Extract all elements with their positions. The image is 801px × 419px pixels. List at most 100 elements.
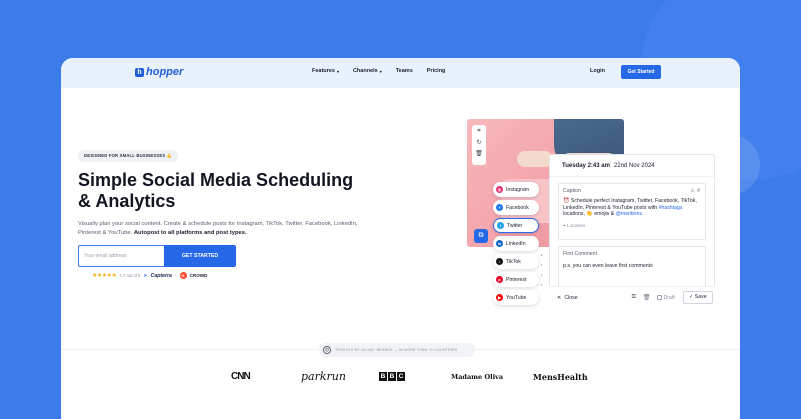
separator: · (174, 272, 177, 279)
top-navigation: h hopper Features ▾ Channels ▾ Teams Prici… (61, 58, 740, 88)
schedule-datetime[interactable]: Tuesday 2:43 am 22nd Nov 2024 (550, 155, 714, 177)
close-label: Close (564, 294, 578, 301)
trash-icon[interactable]: 🗑 (475, 150, 483, 157)
schedule-date: 22nd Nov 2024 (613, 162, 655, 169)
hero-subtext: Visually plan your social content. Creat… (78, 220, 378, 237)
nav-channels[interactable]: Channels ▾ (353, 68, 382, 74)
close-icon: ✕ (557, 294, 562, 301)
channel-linkedin[interactable]: in LinkedIn (493, 236, 539, 251)
save-button[interactable]: ✓ Save (682, 291, 713, 304)
image-edit-toolbar: ⌗ ↻ 🗑 (472, 125, 486, 165)
rating-text: 4.7 out of 5 (119, 273, 141, 278)
trusted-text: TRUSTED BY 15,000+ BRANDS — IN MORE THAN… (335, 348, 458, 352)
linkedin-icon: in (496, 240, 503, 247)
headline-line-1: Simple Social Media Scheduling (78, 170, 354, 190)
facebook-icon: f (496, 204, 503, 211)
caption-hashtags: #hashtags (658, 204, 683, 211)
action-icons: ⧉ 🗑 (632, 294, 651, 301)
draft-checkbox[interactable]: Draft (656, 294, 675, 301)
media-library-icon[interactable]: ⧉ (474, 229, 488, 243)
editor-action-bar: ✕ Close ⧉ 🗑 Draft ✓ Save (549, 286, 715, 308)
madame-oliva-logo: Madame Oliva (451, 372, 504, 381)
get-started-button[interactable]: Get Started (621, 65, 661, 79)
channel-tiktok[interactable]: ♪ TikTok (493, 254, 539, 269)
hero-subtext-bold: Autopost to all platforms and post types… (133, 229, 247, 236)
channel-instagram[interactable]: ◎ Instagram (493, 182, 539, 197)
hopper-logo[interactable]: h hopper (135, 66, 183, 78)
capterra-logo: Capterra (150, 272, 172, 279)
channel-twitter[interactable]: t Twitter (493, 218, 539, 233)
save-label: Save (694, 294, 707, 300)
nav-teams[interactable]: Teams (396, 68, 413, 74)
channel-label: Twitter (507, 222, 523, 229)
logo-mark-icon: h (135, 67, 144, 77)
channel-label: TikTok (506, 258, 521, 265)
emoji-icon[interactable]: ☺ (690, 188, 696, 194)
channel-label: YouTube (506, 294, 527, 301)
nav-teams-label: Teams (395, 68, 413, 74)
nav-pricing-label: Pricing (426, 68, 446, 74)
twitter-icon: t (497, 222, 504, 229)
location-label: Location (567, 223, 586, 229)
hero-section: DESIGNED FOR SMALL BUSINESSES 💪 Simple S… (78, 144, 388, 279)
hero-headline: Simple Social Media Scheduling & Analyti… (78, 170, 388, 212)
login-link[interactable]: Login (590, 68, 605, 74)
g2-icon: G (179, 272, 187, 279)
rotate-icon[interactable]: ↻ (476, 139, 481, 146)
signup-form: Your email address GET STARTED (78, 245, 236, 267)
nav-channels-label: Channels (352, 68, 378, 74)
duplicate-icon[interactable]: ⧉ (632, 294, 636, 301)
g2-crowd-logo: CROWD (189, 273, 208, 278)
location-pin-icon: ⌖ (563, 223, 566, 229)
brand-logos: CNN parkrun BBC Madame Oliva MensHealth (231, 370, 588, 383)
schedule-time: Tuesday 2:43 am (562, 162, 610, 169)
channel-facebook[interactable]: f Facebook (493, 200, 539, 215)
parkrun-logo: parkrun (301, 370, 346, 383)
caption-label: Caption (563, 188, 581, 194)
tiktok-icon: ♪ (496, 258, 503, 265)
caption-mentions: @mentions. (615, 211, 644, 218)
nav-features[interactable]: Features ▾ (312, 68, 339, 74)
crop-icon[interactable]: ⌗ (477, 128, 480, 135)
bbc-logo: BBC (379, 372, 405, 381)
caption-text: ⏰ Schedule perfect Instagram, Twitter, F… (563, 198, 701, 218)
channel-label: Instagram (506, 186, 530, 193)
chevron-down-icon: ▾ (379, 68, 382, 74)
channel-label: Pinterest (506, 276, 527, 283)
delete-icon[interactable]: 🗑 (643, 294, 651, 301)
scroll-dots (541, 244, 542, 286)
pinterest-icon: p (496, 276, 503, 283)
image-hand (517, 151, 553, 167)
capterra-icon: ➤ (143, 272, 148, 279)
nav-pricing[interactable]: Pricing (427, 68, 446, 74)
channel-pinterest[interactable]: p Pinterest (493, 272, 539, 287)
channel-label: LinkedIn (506, 240, 526, 247)
check-icon: ✓ (688, 294, 694, 300)
get-started-cta-button[interactable]: GET STARTED (164, 245, 236, 267)
nav-features-label: Features (312, 68, 335, 74)
chevron-down-icon: ▾ (336, 68, 339, 74)
globe-icon: ◍ (323, 346, 331, 354)
location-field[interactable]: ⌖ Location (563, 223, 701, 229)
star-rating-icon: ★★★★★ (92, 273, 117, 279)
post-editor-panel: Tuesday 2:43 am 22nd Nov 2024 Caption ☺ … (549, 154, 715, 308)
channel-youtube[interactable]: ▶ YouTube (493, 290, 539, 305)
channel-label: Facebook (506, 204, 529, 211)
caption-field[interactable]: Caption ☺ # ⏰ Schedule perfect Instagram… (558, 183, 706, 240)
hashtag-icon[interactable]: # (697, 188, 700, 194)
caption-tools: ☺ # (690, 188, 700, 194)
first-comment-field[interactable]: First Comment p.s. you can even leave fi… (558, 246, 706, 288)
main-nav: Features ▾ Channels ▾ Teams Pricing (312, 68, 445, 74)
close-button[interactable]: ✕ Close (557, 295, 578, 301)
email-input[interactable]: Your email address (78, 245, 164, 267)
browser-window: h hopper Features ▾ Channels ▾ Teams Prici… (61, 58, 740, 419)
logo-text: hopper (146, 66, 184, 78)
first-comment-label: First Comment (563, 251, 598, 257)
headline-line-2: & Analytics (78, 191, 176, 211)
channel-list: ◎ Instagram f Facebook t Twitter in LinkedIn… (493, 182, 539, 305)
draft-label: Draft (663, 294, 675, 301)
first-comment-text: p.s. you can even leave first comments (563, 263, 653, 269)
youtube-icon: ▶ (496, 294, 503, 301)
caption-mid: locations, 👏 emojis & (563, 211, 615, 218)
cnn-logo: CNN (231, 371, 251, 382)
